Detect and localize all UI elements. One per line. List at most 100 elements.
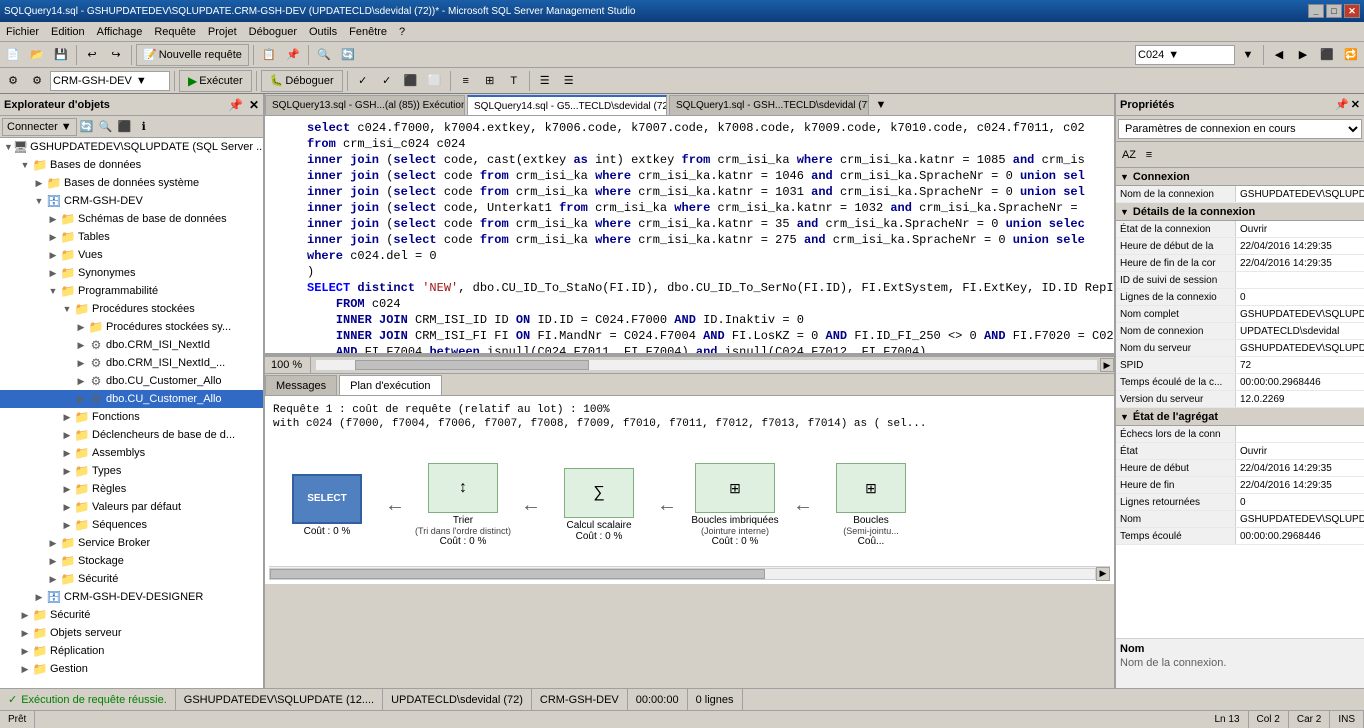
tree-expand-icon[interactable]: ▶ (46, 572, 60, 586)
tree-expand-icon[interactable]: ▼ (46, 284, 60, 298)
tb2-btn4[interactable]: ⬜ (424, 70, 446, 92)
tree-item[interactable]: ▶📁Objets serveur (0, 624, 263, 642)
tree-item[interactable]: ▶⚙dbo.CU_Customer_Allo (0, 390, 263, 408)
tree-item[interactable]: ▶📁Stockage (0, 552, 263, 570)
tree-item[interactable]: ▶📁Sécurité (0, 606, 263, 624)
menu-affichage[interactable]: Affichage (91, 22, 149, 41)
prop-alpha-btn[interactable]: AZ (1120, 146, 1138, 164)
menu-edition[interactable]: Edition (45, 22, 91, 41)
tree-expand-icon[interactable]: ▼ (32, 194, 46, 208)
stop-btn[interactable]: ⬛ (1316, 44, 1338, 66)
tree-item[interactable]: ▶📁Procédures stockées sy... (0, 318, 263, 336)
tree-expand-icon[interactable]: ▶ (18, 608, 32, 622)
parse-btn[interactable]: ✓ (352, 70, 374, 92)
refresh-btn[interactable]: 🔁 (1340, 44, 1362, 66)
tree-item[interactable]: ▼📁Procédures stockées (0, 300, 263, 318)
messages-tab[interactable]: Messages (265, 375, 337, 395)
open-btn[interactable]: 📂 (26, 44, 48, 66)
tree-expand-icon[interactable]: ▶ (60, 482, 74, 496)
server-dropdown[interactable]: CRM-GSH-DEV ▼ (50, 71, 170, 91)
tree-expand-icon[interactable]: ▶ (60, 464, 74, 478)
oe-tree[interactable]: ▼🖥GSHUPDATEDEV\SQLUPDATE (SQL Server ...… (0, 138, 263, 688)
tree-item[interactable]: ▶📁Tables (0, 228, 263, 246)
tb2-btn1[interactable]: ⚙ (2, 70, 24, 92)
tree-item[interactable]: ▶📁Types (0, 462, 263, 480)
tree-item[interactable]: ▶📁Fonctions (0, 408, 263, 426)
rows-btn[interactable]: ≡ (455, 70, 477, 92)
tree-expand-icon[interactable]: ▶ (46, 212, 60, 226)
tree-expand-icon[interactable]: ▶ (60, 410, 74, 424)
prop-dropdown[interactable]: Paramètres de connexion en cours (1118, 119, 1362, 139)
tree-expand-icon[interactable]: ▼ (60, 302, 74, 316)
tree-item[interactable]: ▶📁Déclencheurs de base de d... (0, 426, 263, 444)
tree-item[interactable]: ▶📁Séquences (0, 516, 263, 534)
tree-item[interactable]: ▼📁Programmabilité (0, 282, 263, 300)
tree-item[interactable]: ▶📁Assemblys (0, 444, 263, 462)
debug-btn[interactable]: 🐛 Déboguer (261, 70, 343, 92)
tree-expand-icon[interactable]: ▶ (46, 554, 60, 568)
redo-btn[interactable]: ↪ (105, 44, 127, 66)
new-query-btn[interactable]: 📝 Nouvelle requête (136, 44, 249, 66)
menu-debugger[interactable]: Déboguer (243, 22, 303, 41)
close-btn[interactable]: ✕ (1344, 4, 1360, 18)
tree-expand-icon[interactable]: ▶ (46, 536, 60, 550)
prop-section-details[interactable]: ▼ Détails de la connexion (1116, 203, 1364, 221)
tree-item[interactable]: ▶📁Synonymes (0, 264, 263, 282)
tree-item[interactable]: ▶📁Vues (0, 246, 263, 264)
execution-plan-tab[interactable]: Plan d'exécution (339, 375, 441, 395)
tree-item[interactable]: ▶🗄CRM-GSH-DEV-DESIGNER (0, 588, 263, 606)
tree-expand-icon[interactable]: ▶ (18, 644, 32, 658)
tree-expand-icon[interactable]: ▼ (18, 158, 32, 172)
prop-cat-btn[interactable]: ≡ (1140, 146, 1158, 164)
execute-btn[interactable]: ▶ Exécuter (179, 70, 252, 92)
connect-btn[interactable]: Connecter ▼ (2, 118, 77, 136)
oe-close-icon[interactable]: ✕ (249, 98, 259, 112)
plan-scroll-thumb[interactable] (270, 569, 765, 579)
copy-btn[interactable]: 📋 (258, 44, 280, 66)
tree-expand-icon[interactable]: ▶ (60, 428, 74, 442)
find-btn[interactable]: 🔍 (313, 44, 335, 66)
paste-btn[interactable]: 📌 (282, 44, 304, 66)
scroll-right-btn[interactable]: ▶ (1100, 358, 1114, 372)
tree-item[interactable]: ▶📁Règles (0, 480, 263, 498)
tree-item[interactable]: ▶📁Sécurité (0, 570, 263, 588)
tree-expand-icon[interactable]: ▶ (74, 374, 88, 388)
db-dropdown-btn[interactable]: ▼ (1237, 44, 1259, 66)
tb2-misc2[interactable]: ☰ (558, 70, 580, 92)
db-dropdown[interactable]: C024 ▼ (1135, 45, 1235, 65)
tab-2[interactable]: SQLQuery1.sql - GSH...TECLD\sdevidal (77… (669, 95, 869, 115)
h-scroll-thumb[interactable] (355, 360, 589, 370)
menu-fenetre[interactable]: Fenêtre (343, 22, 393, 41)
tree-expand-icon[interactable]: ▶ (74, 356, 88, 370)
tree-expand-icon[interactable]: ▶ (32, 176, 46, 190)
oe-refresh-btn[interactable]: 🔄 (78, 118, 96, 136)
tree-expand-icon[interactable]: ▶ (46, 230, 60, 244)
tree-item[interactable]: ▼🗄CRM-GSH-DEV (0, 192, 263, 210)
tree-item[interactable]: ▶📁Gestion (0, 660, 263, 678)
tb2-misc1[interactable]: ☰ (534, 70, 556, 92)
menu-fichier[interactable]: Fichier (0, 22, 45, 41)
tree-expand-icon[interactable]: ▶ (60, 500, 74, 514)
menu-requete[interactable]: Requête (148, 22, 202, 41)
tree-item[interactable]: ▶📁Valeurs par défaut (0, 498, 263, 516)
parse2-btn[interactable]: ✓ (376, 70, 398, 92)
tree-item[interactable]: ▶⚙dbo.CU_Customer_Allo (0, 372, 263, 390)
prop-section-connexion[interactable]: ▼ Connexion (1116, 168, 1364, 186)
minimize-btn[interactable]: _ (1308, 4, 1324, 18)
tree-item[interactable]: ▼📁Bases de données (0, 156, 263, 174)
tree-item[interactable]: ▶📁Schémas de base de données (0, 210, 263, 228)
tree-item[interactable]: ▶⚙dbo.CRM_ISI_NextId (0, 336, 263, 354)
tree-expand-icon[interactable]: ▶ (32, 590, 46, 604)
tab-1[interactable]: SQLQuery14.sql - G5...TECLD\sdevidal (72… (467, 95, 667, 115)
tree-expand-icon[interactable]: ▶ (60, 518, 74, 532)
undo-btn[interactable]: ↩ (81, 44, 103, 66)
plan-scroll-btn[interactable]: ▶ (1096, 567, 1110, 581)
tb2-btn2[interactable]: ⚙ (26, 70, 48, 92)
tb2-btn3[interactable]: ⬛ (400, 70, 422, 92)
prop-close-icon[interactable]: ✕ (1351, 98, 1360, 111)
tree-expand-icon[interactable]: ▶ (18, 662, 32, 676)
tree-expand-icon[interactable]: ▶ (60, 446, 74, 460)
plan-hscroll[interactable]: ▶ (269, 566, 1110, 580)
maximize-btn[interactable]: □ (1326, 4, 1342, 18)
tree-expand-icon[interactable]: ▶ (18, 626, 32, 640)
